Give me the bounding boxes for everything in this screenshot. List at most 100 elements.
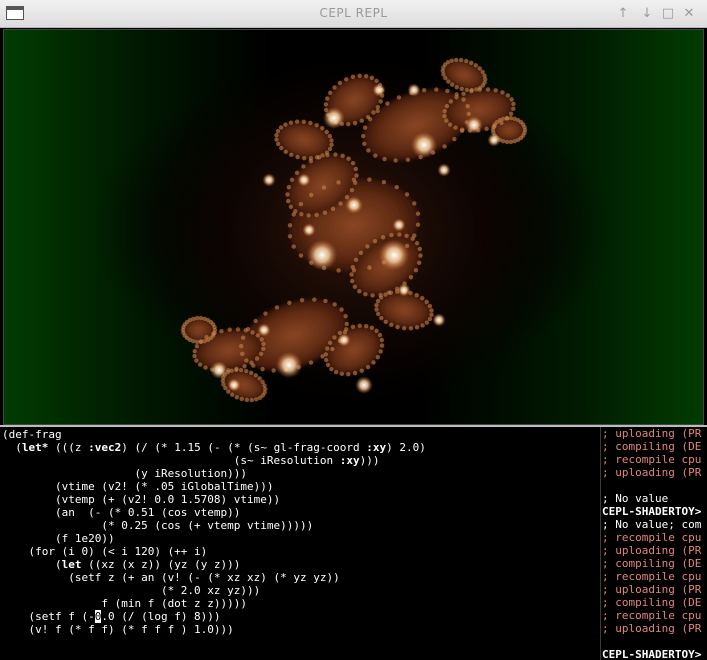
fractal-lobe bbox=[415, 222, 421, 227]
fractal-lobe bbox=[344, 327, 349, 332]
code-line[interactable]: (def-frag bbox=[2, 428, 600, 441]
fractal-lobe bbox=[508, 115, 514, 121]
code-line[interactable]: (vtemp (+ (v2! 0.0 1.5708) vtime)) bbox=[2, 493, 600, 506]
fractal-lobe bbox=[461, 91, 466, 96]
maximize-button[interactable]: □ bbox=[659, 5, 677, 23]
code-line[interactable]: (for (i 0) (< i 120) (++ i) bbox=[2, 545, 600, 558]
code-editor[interactable]: (def-frag (let* (((z :vec2) (/ (* 1.15 (… bbox=[0, 427, 600, 660]
fractal-lobe bbox=[464, 58, 469, 64]
fractal-lobe bbox=[369, 325, 375, 331]
fractal-lobe bbox=[308, 120, 313, 126]
fractal-lobe bbox=[380, 235, 386, 240]
fractal-lobe bbox=[469, 60, 474, 66]
fractal-lobe bbox=[352, 180, 358, 186]
fractal-lobe bbox=[362, 125, 368, 130]
fractal-lobe bbox=[229, 368, 234, 373]
fractal-lobe bbox=[333, 152, 338, 157]
code-line[interactable]: (f 1e20)) bbox=[2, 532, 600, 545]
fractal-lobe bbox=[413, 267, 419, 273]
repl-output[interactable]: ; uploading (PR; compiling (DE; recompil… bbox=[602, 427, 707, 660]
code-line[interactable]: (* 0.25 (cos (+ vtemp vtime))))) bbox=[2, 519, 600, 532]
fractal-lobe bbox=[325, 362, 331, 368]
fractal-lobe bbox=[371, 110, 376, 115]
code-keyword: let* bbox=[21, 441, 49, 454]
fractal-lobe bbox=[299, 298, 305, 303]
fractal-lobe bbox=[329, 142, 334, 148]
code-line[interactable]: (setf f (-0.0 (/ (log f) 8))) bbox=[2, 610, 600, 623]
fractal-lobe bbox=[469, 87, 475, 93]
fractal-lobe bbox=[449, 82, 455, 87]
close-button[interactable]: ✕ bbox=[680, 5, 698, 23]
code-line[interactable]: (let* (((z :vec2) (/ (* 1.15 (- (* (s~ g… bbox=[2, 441, 600, 454]
code-line[interactable]: (let ((xz (x z)) (yz (y z))) bbox=[2, 558, 600, 571]
fractal-lobe bbox=[283, 122, 288, 127]
fractal-lobe bbox=[314, 212, 319, 218]
fractal-lobe bbox=[414, 325, 420, 330]
fractal-lobe bbox=[320, 153, 325, 158]
code-token: (an (- (* 0.51 (cos vtemp)) bbox=[2, 506, 241, 519]
code-line[interactable]: (y iResolution))) bbox=[2, 467, 600, 480]
fractal-lobe bbox=[253, 318, 258, 324]
code-token: (vtemp (+ (v2! 0.0 1.5708) vtime)) bbox=[2, 493, 281, 506]
fractal-lobe bbox=[377, 332, 383, 338]
fractal-lobe bbox=[397, 232, 402, 237]
fractal-lobe bbox=[408, 274, 414, 280]
fractal-lobe bbox=[442, 113, 447, 119]
fractal-lobe bbox=[509, 97, 514, 102]
move-up-icon[interactable]: ↑ bbox=[614, 5, 632, 23]
vertical-split-divider[interactable] bbox=[600, 427, 601, 660]
fractal-lobe bbox=[192, 353, 197, 359]
fractal-lobe bbox=[424, 320, 430, 325]
fractal-lobe bbox=[244, 368, 249, 374]
fractal-lobe bbox=[466, 111, 472, 117]
code-token: (* 2.0 xz yz))) bbox=[2, 584, 261, 597]
window-title: CEPL REPL bbox=[319, 6, 388, 20]
code-text[interactable]: (def-frag (let* (((z :vec2) (/ (* 1.15 (… bbox=[0, 427, 600, 636]
fractal-lobe bbox=[346, 156, 351, 161]
fractal-lobe bbox=[511, 101, 516, 107]
fractal-lobe bbox=[244, 358, 249, 363]
fractal-lobe bbox=[445, 60, 451, 65]
code-token: ( bbox=[2, 558, 62, 571]
fractal-lobe bbox=[288, 204, 294, 209]
code-line[interactable]: (s~ iResolution :xy))) bbox=[2, 454, 600, 467]
fractal-lobe bbox=[330, 346, 335, 352]
fractal-lobe bbox=[388, 290, 394, 295]
fractal-lobe bbox=[295, 154, 300, 160]
fractal-lobe bbox=[233, 367, 239, 373]
code-token: (s~ iResolution bbox=[2, 454, 340, 467]
fractal-highlight bbox=[407, 83, 421, 97]
fractal-lobe bbox=[260, 366, 265, 372]
fractal-lobe bbox=[493, 88, 498, 93]
fractal-lobe bbox=[444, 104, 450, 109]
code-line[interactable]: f (min f (dot z z))))) bbox=[2, 597, 600, 610]
fractal-lobe bbox=[249, 360, 254, 365]
fractal-lobe bbox=[465, 103, 470, 109]
code-line[interactable]: (vtime (v2! (* .05 iGlobalTime))) bbox=[2, 480, 600, 493]
fractal-lobe bbox=[320, 125, 325, 131]
code-keyword: :xy bbox=[339, 454, 360, 467]
fractal-lobe bbox=[337, 80, 343, 86]
repl-prompt: CEPL-SHADERTOY> bbox=[602, 648, 702, 660]
code-token: ) 2.0) bbox=[386, 441, 426, 454]
fractal-lobe bbox=[383, 319, 388, 325]
code-line[interactable]: (* 2.0 xz yz))) bbox=[2, 584, 600, 597]
code-line[interactable]: (an (- (* 0.51 (cos vtemp)) bbox=[2, 506, 600, 519]
fractal-lobe bbox=[362, 141, 367, 147]
render-viewport[interactable] bbox=[3, 29, 704, 425]
code-line[interactable]: (setf z (+ an (v! (- (* xz xz) (* yz yz)… bbox=[2, 571, 600, 584]
fractal-lobe bbox=[202, 339, 207, 344]
fractal-lobe bbox=[346, 122, 351, 127]
fractal-lobe bbox=[357, 289, 362, 294]
code-line[interactable]: (v! f (* f f) (* f f f ) 1.0))) bbox=[2, 623, 600, 636]
fractal-lobe bbox=[459, 86, 464, 92]
fractal-lobe bbox=[350, 264, 356, 270]
fractal-lobe bbox=[359, 368, 364, 373]
fractal-highlight bbox=[345, 196, 363, 214]
move-down-icon[interactable]: ↓ bbox=[638, 5, 656, 23]
code-token: (y iResolution))) bbox=[2, 467, 248, 480]
fractal-lobe bbox=[434, 87, 439, 92]
fractal-lobe bbox=[306, 213, 311, 218]
repl-line: ; recompile cpu bbox=[602, 609, 702, 622]
fractal-lobe bbox=[338, 201, 343, 206]
